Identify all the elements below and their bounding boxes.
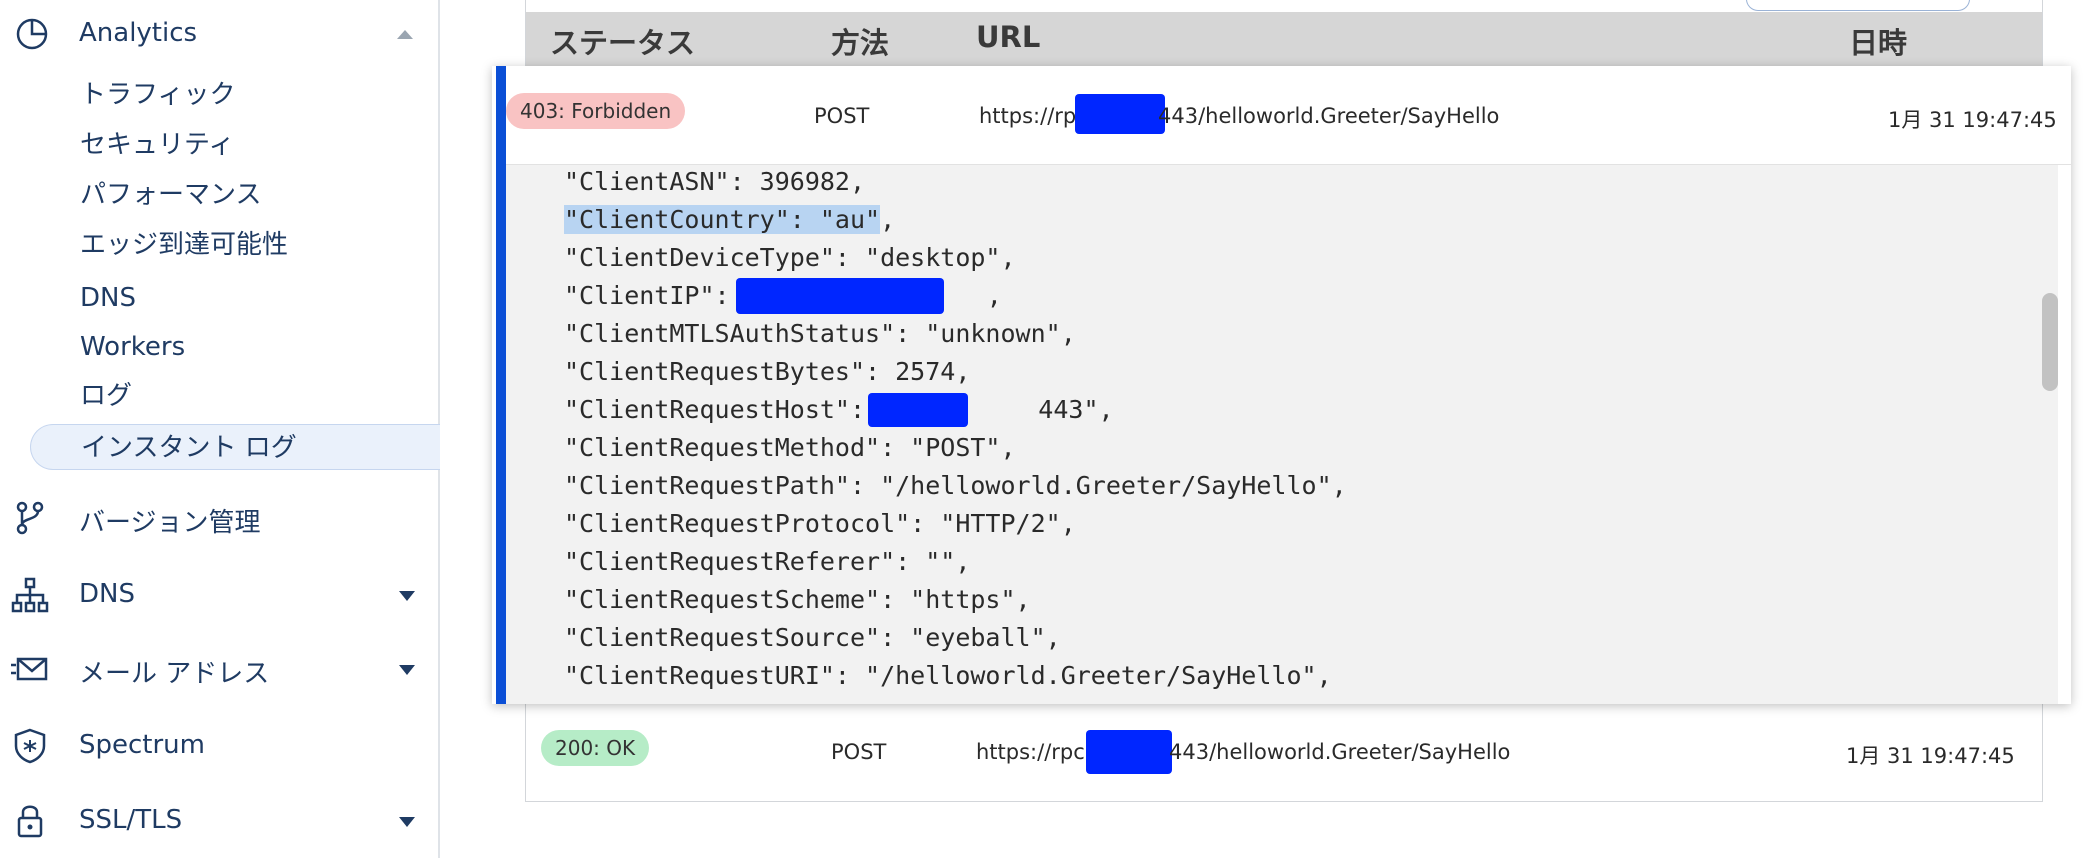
nav-ssl-tls[interactable]: SSL/TLS (0, 793, 438, 849)
branch-icon (16, 501, 44, 535)
json-line-country: "ClientCountry": "au", (564, 203, 895, 237)
row-method: POST (831, 740, 887, 764)
top-action-button[interactable] (1746, 0, 1970, 11)
json-line: "ClientRequestSource": "eyeball", (564, 623, 1061, 652)
redaction-mark (1075, 94, 1165, 134)
nav-dns-label: DNS (79, 579, 135, 609)
redaction-mark (1086, 730, 1172, 774)
json-line: "ClientRequestURI": "/helloworld.Greeter… (564, 661, 1332, 690)
json-line-tail: 443", (1038, 395, 1114, 424)
json-line: "ClientRequestReferer": "", (564, 547, 971, 576)
nav-ssl-tls-label: SSL/TLS (79, 805, 183, 835)
json-line: "ClientRequestBytes": 2574, (564, 357, 971, 386)
nav-email[interactable]: メール アドレス (0, 641, 438, 697)
sidebar-item-security[interactable]: セキュリティ (30, 122, 440, 168)
json-line-host: "ClientRequestHost": "rpc 443", (564, 393, 1114, 427)
redaction-mark (736, 278, 944, 314)
table-row[interactable]: 200: OK POST https://rpc 443/helloworld.… (526, 710, 2042, 790)
network-tree-icon (11, 577, 49, 613)
nav-dns[interactable]: DNS (0, 567, 438, 623)
json-line: "ClientMTLSAuthStatus": "unknown", (564, 319, 1076, 348)
row-url-prefix: https://rpc (976, 740, 1085, 764)
row-datetime: 1月 31 19:47:45 (1888, 108, 2057, 132)
json-line-tail: , (986, 281, 1002, 310)
sidebar-item-workers[interactable]: Workers (30, 324, 440, 370)
header-method: 方法 (831, 26, 890, 60)
caret-down-icon[interactable] (399, 665, 415, 675)
json-line: "ClientRequestPath": "/helloworld.Greete… (564, 471, 1347, 500)
sidebar-item-traffic[interactable]: トラフィック (30, 72, 440, 118)
row-url-suffix: 443/helloworld.Greeter/SayHello (1158, 104, 1500, 128)
nav-spectrum-label: Spectrum (79, 730, 205, 760)
json-line: "ClientRequestScheme": "https", (564, 585, 1031, 614)
selected-row-accent (496, 66, 506, 704)
nav-email-label: メール アドレス (79, 659, 270, 689)
expanded-log-entry: 403: Forbidden POST https://rpc 443/hell… (492, 66, 2071, 704)
row-url-prefix: https://rpc (979, 104, 1088, 128)
caret-down-icon[interactable] (399, 591, 415, 601)
redaction-mark (868, 393, 968, 427)
sidebar-item-edge-reachability[interactable]: エッジ到達可能性 (30, 222, 440, 268)
sidebar-item-instant-logs[interactable]: インスタント ログ (30, 424, 440, 470)
lock-icon (17, 805, 43, 838)
row-method: POST (814, 104, 870, 128)
nav-version-control[interactable]: バージョン管理 (0, 490, 438, 546)
json-line-tail: , (880, 205, 896, 234)
header-datetime: 日時 (1849, 26, 1908, 60)
pie-chart-icon (16, 18, 48, 50)
scrollbar-thumb[interactable] (2042, 293, 2058, 391)
json-log-details[interactable]: "ClientASN": 396982, "ClientCountry": "a… (506, 165, 2058, 704)
sidebar: Analytics トラフィック セキュリティ パフォーマンス エッジ到達可能性… (0, 0, 440, 858)
row-url-suffix: 443/helloworld.Greeter/SayHello (1169, 740, 1511, 764)
table-row[interactable]: 403: Forbidden POST https://rpc 443/hell… (506, 66, 2071, 165)
sidebar-item-performance[interactable]: パフォーマンス (30, 172, 440, 218)
nav-analytics[interactable]: Analytics (0, 8, 438, 60)
sidebar-item-logs[interactable]: ログ (30, 373, 440, 419)
shield-icon (14, 728, 46, 764)
mail-icon (11, 657, 48, 681)
nav-version-control-label: バージョン管理 (79, 508, 261, 538)
json-line: "ClientRequestProtocol": "HTTP/2", (564, 509, 1076, 538)
chevron-up-icon[interactable] (397, 30, 413, 39)
text-selection: "ClientCountry": "au" (564, 205, 881, 234)
status-badge: 403: Forbidden (506, 93, 686, 129)
row-datetime: 1月 31 19:47:45 (1846, 744, 2015, 768)
table-header: ステータス 方法 URL 日時 (526, 12, 2042, 72)
json-line: "ClientRequestMethod": "POST", (564, 433, 1016, 462)
header-status: ステータス (550, 26, 696, 60)
json-line: "ClientDeviceType": "desktop", (564, 243, 1016, 272)
caret-down-icon[interactable] (399, 817, 415, 827)
status-badge: 200: OK (541, 730, 650, 766)
header-url: URL (976, 20, 1041, 54)
nav-analytics-label: Analytics (79, 18, 198, 48)
sidebar-item-dns-analytics[interactable]: DNS (30, 275, 440, 321)
nav-spectrum[interactable]: Spectrum (0, 718, 438, 774)
json-line: "ClientASN": 396982, (564, 167, 866, 196)
